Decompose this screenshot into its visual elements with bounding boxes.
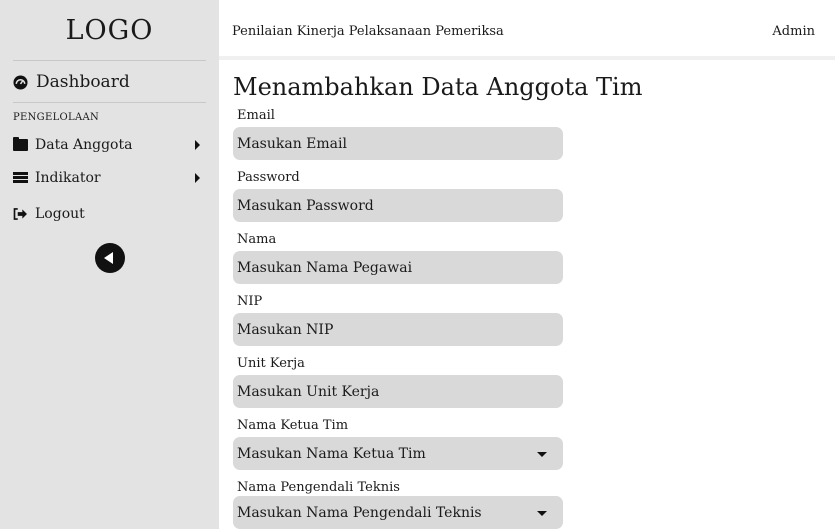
caret-down-icon xyxy=(537,452,547,457)
unit-kerja-field[interactable] xyxy=(233,375,563,408)
password-label: Password xyxy=(237,170,300,185)
server-icon xyxy=(13,172,28,184)
sidebar-item-label: Indikator xyxy=(35,170,101,186)
caret-down-icon xyxy=(537,511,547,516)
sidebar: LOGO Dashboard PENGELOLAAN Data Anggota … xyxy=(0,0,219,529)
pengendali-teknis-select[interactable]: Masukan Nama Pengendali Teknis xyxy=(233,496,563,529)
sidebar-section-label: PENGELOLAAN xyxy=(13,112,100,123)
page-title: Menambahkan Data Anggota Tim xyxy=(233,73,643,101)
sidebar-divider xyxy=(13,60,206,61)
sign-out-icon xyxy=(13,208,27,220)
sidebar-item-label: Data Anggota xyxy=(35,137,133,153)
sidebar-item-logout[interactable]: Logout xyxy=(13,204,206,224)
logo: LOGO xyxy=(65,14,154,46)
unit-kerja-label: Unit Kerja xyxy=(237,356,305,371)
sidebar-item-label: Dashboard xyxy=(36,72,130,92)
ketua-tim-label: Nama Ketua Tim xyxy=(237,418,349,433)
folder-icon xyxy=(13,137,28,151)
password-field[interactable] xyxy=(233,189,563,222)
pengendali-teknis-select-value: Masukan Nama Pengendali Teknis xyxy=(237,504,482,521)
app-title: Penilaian Kinerja Pelaksanaan Pemeriksa xyxy=(232,24,504,39)
sidebar-item-data-anggota[interactable]: Data Anggota xyxy=(13,135,206,155)
caret-right-icon xyxy=(195,173,200,183)
sidebar-item-indikator[interactable]: Indikator xyxy=(13,168,206,188)
ketua-tim-select-value: Masukan Nama Ketua Tim xyxy=(237,445,426,462)
sidebar-toggle-button[interactable] xyxy=(95,243,125,273)
nip-field[interactable] xyxy=(233,313,563,346)
nama-label: Nama xyxy=(237,232,277,247)
nama-field[interactable] xyxy=(233,251,563,284)
nip-label: NIP xyxy=(237,294,263,309)
pengendali-teknis-label: Nama Pengendali Teknis xyxy=(237,480,400,495)
caret-right-icon xyxy=(195,140,200,150)
ketua-tim-select[interactable]: Masukan Nama Ketua Tim xyxy=(233,437,563,470)
sidebar-item-dashboard[interactable]: Dashboard xyxy=(13,70,130,94)
user-menu[interactable]: Admin xyxy=(772,24,815,39)
email-field[interactable] xyxy=(233,127,563,160)
sidebar-item-label: Logout xyxy=(35,206,85,222)
sidebar-divider xyxy=(13,102,206,103)
email-label: Email xyxy=(237,108,275,123)
top-bar: Penilaian Kinerja Pelaksanaan Pemeriksa … xyxy=(219,0,835,60)
tachometer-icon xyxy=(13,74,28,90)
